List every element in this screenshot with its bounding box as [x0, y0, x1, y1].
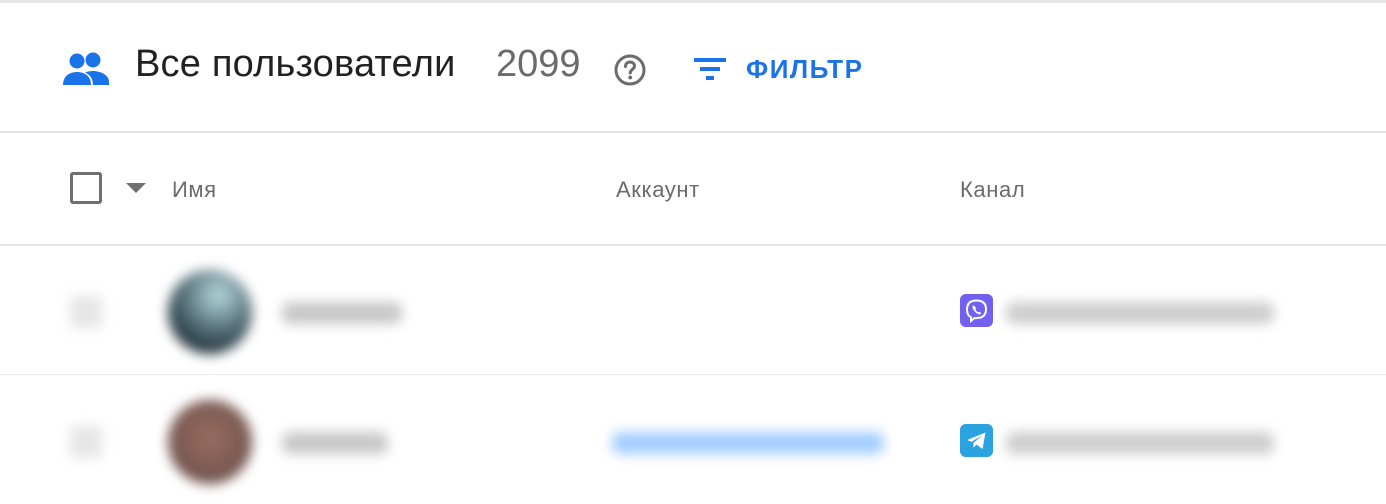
user-name-redacted: [282, 432, 388, 454]
filter-icon: [694, 58, 726, 80]
table-row[interactable]: [0, 246, 1386, 374]
page-title: Все пользователи: [135, 43, 456, 85]
user-name-redacted: [282, 302, 402, 324]
account-link-redacted[interactable]: [612, 432, 884, 454]
page-header: Все пользователи 2099 ФИЛЬТР: [0, 3, 1386, 131]
users-count: 2099: [496, 43, 581, 85]
avatar: [168, 270, 252, 354]
column-header-account[interactable]: Аккаунт: [616, 177, 700, 203]
row-divider: [0, 374, 1386, 375]
viber-icon: [960, 294, 993, 327]
help-icon[interactable]: [613, 53, 647, 87]
avatar: [168, 400, 252, 484]
select-all-checkbox[interactable]: [70, 172, 102, 204]
row-checkbox[interactable]: [70, 426, 102, 458]
users-icon: [63, 52, 109, 85]
table-row[interactable]: [0, 376, 1386, 504]
telegram-icon: [960, 424, 993, 457]
row-checkbox[interactable]: [70, 296, 102, 328]
column-header-name[interactable]: Имя: [172, 177, 217, 203]
column-header-channel[interactable]: Канал: [960, 177, 1025, 203]
filter-button[interactable]: ФИЛЬТР: [690, 51, 863, 87]
caret-down-icon[interactable]: [126, 183, 146, 193]
filter-label: ФИЛЬТР: [746, 53, 864, 84]
channel-handle-redacted: [1006, 432, 1274, 454]
channel-handle-redacted: [1006, 302, 1274, 324]
table-header: Имя Аккаунт Канал: [0, 133, 1386, 245]
